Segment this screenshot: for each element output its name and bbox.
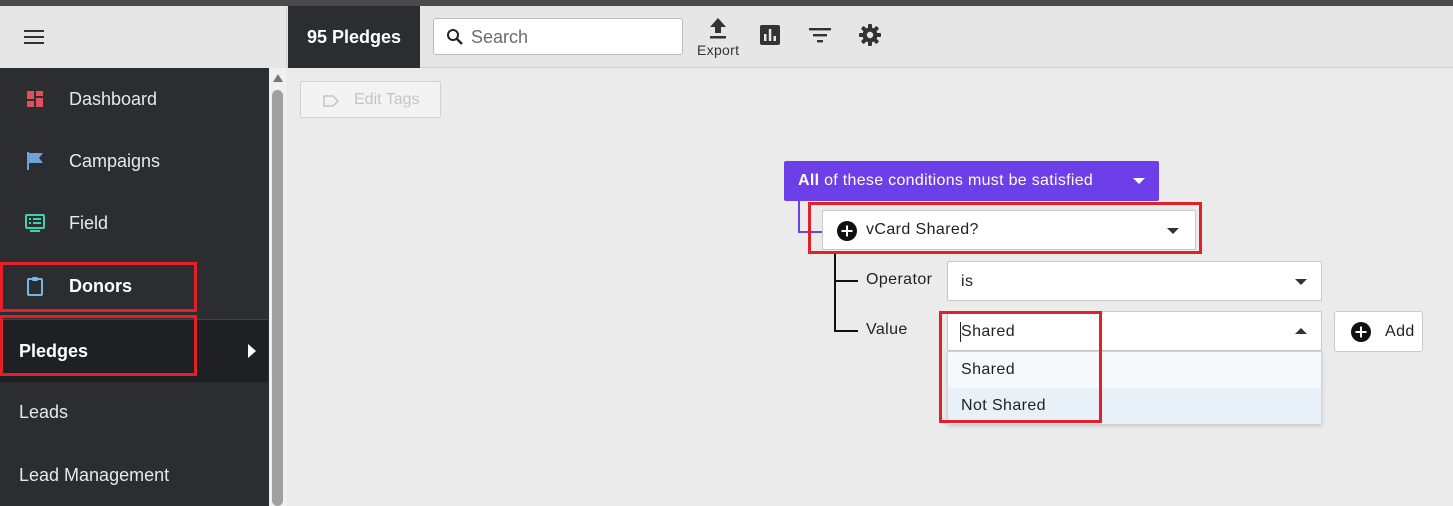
sidebar-item-label: Pledges bbox=[19, 340, 89, 361]
filter-field-value: vCard Shared? bbox=[866, 221, 979, 238]
filter-icon bbox=[809, 28, 831, 43]
record-count-tab: 95 Pledges bbox=[288, 6, 420, 68]
sidebar-item-label: Leads bbox=[19, 401, 69, 422]
add-circle-icon bbox=[1351, 322, 1371, 342]
search-box[interactable] bbox=[433, 18, 683, 55]
condition-mode-label: All of these conditions must be satisfie… bbox=[798, 172, 1094, 189]
search-icon bbox=[447, 29, 463, 45]
upload-icon bbox=[710, 18, 727, 39]
add-condition-button[interactable]: Add bbox=[1334, 311, 1423, 352]
value-dropdown-menu: Shared Not Shared bbox=[947, 351, 1322, 424]
chevron-right-icon bbox=[248, 344, 256, 358]
tree-connector bbox=[834, 280, 858, 282]
chevron-down-icon bbox=[1167, 228, 1179, 234]
tree-connector bbox=[798, 201, 800, 233]
value-label: Value bbox=[866, 321, 908, 338]
sidebar-item-label: Campaigns bbox=[69, 150, 161, 171]
edit-tags-label: Edit Tags bbox=[354, 90, 420, 108]
export-label: Export bbox=[697, 42, 740, 58]
main-content: Edit Tags All of these conditions must b… bbox=[288, 68, 1453, 506]
condition-mode-dropdown[interactable]: All of these conditions must be satisfie… bbox=[784, 161, 1159, 201]
sidebar-item-field[interactable]: Field bbox=[0, 193, 268, 253]
dropdown-option-shared[interactable]: Shared bbox=[948, 352, 1321, 388]
add-label: Add bbox=[1385, 323, 1415, 340]
tree-connector bbox=[834, 330, 858, 332]
filter-field-select[interactable]: vCard Shared? bbox=[822, 210, 1196, 250]
top-toolbar: 95 Pledges Export bbox=[287, 6, 1453, 68]
edit-tags-button[interactable]: Edit Tags bbox=[300, 81, 441, 118]
bar-chart-icon bbox=[760, 25, 780, 45]
sidebar-item-lead-management[interactable]: Lead Management bbox=[0, 445, 268, 505]
sidebar-item-dashboard[interactable]: Dashboard bbox=[0, 69, 268, 129]
add-circle-icon bbox=[837, 221, 857, 241]
sidebar-item-label: Field bbox=[69, 212, 109, 233]
dropdown-option-not-shared[interactable]: Not Shared bbox=[948, 388, 1321, 424]
sidebar-item-pledges[interactable]: Pledges bbox=[0, 319, 268, 382]
sidebar-item-campaigns[interactable]: Campaigns bbox=[0, 131, 268, 191]
tree-connector bbox=[798, 231, 822, 233]
operator-value: is bbox=[961, 273, 974, 290]
filter-button[interactable] bbox=[808, 26, 832, 44]
sidebar-scrollbar[interactable] bbox=[269, 68, 287, 506]
sidebar-item-leads[interactable]: Leads bbox=[0, 382, 268, 442]
tag-icon bbox=[323, 95, 339, 107]
scroll-up-arrow-icon[interactable] bbox=[273, 74, 283, 82]
gear-icon bbox=[859, 24, 881, 46]
sidebar-header bbox=[0, 6, 287, 68]
sidebar-item-donors[interactable]: Donors bbox=[0, 256, 268, 316]
hamburger-menu-icon[interactable] bbox=[24, 30, 44, 44]
settings-button[interactable] bbox=[858, 23, 882, 47]
tree-connector bbox=[834, 252, 836, 332]
dashboard-icon bbox=[27, 91, 43, 107]
clipboard-icon bbox=[27, 277, 43, 296]
chevron-down-icon bbox=[1295, 279, 1307, 285]
record-count-label: 95 Pledges bbox=[306, 26, 402, 47]
operator-select[interactable]: is bbox=[947, 261, 1322, 301]
sidebar: Dashboard Campaigns Field Donors Pledges bbox=[0, 6, 287, 506]
scrollbar-thumb[interactable] bbox=[272, 90, 283, 506]
reports-button[interactable] bbox=[759, 24, 781, 46]
export-button[interactable]: Export bbox=[697, 16, 739, 58]
value-current: Shared bbox=[961, 323, 1015, 340]
flag-icon bbox=[27, 152, 43, 170]
chevron-up-icon bbox=[1295, 328, 1307, 334]
sidebar-item-label: Dashboard bbox=[69, 88, 158, 109]
sidebar-item-label: Donors bbox=[69, 275, 132, 296]
search-input[interactable] bbox=[471, 25, 671, 49]
sidebar-item-label: Lead Management bbox=[19, 464, 170, 485]
operator-label: Operator bbox=[866, 271, 933, 288]
chevron-down-icon bbox=[1133, 178, 1145, 184]
value-select[interactable]: Shared bbox=[947, 311, 1322, 351]
field-icon bbox=[25, 214, 45, 232]
